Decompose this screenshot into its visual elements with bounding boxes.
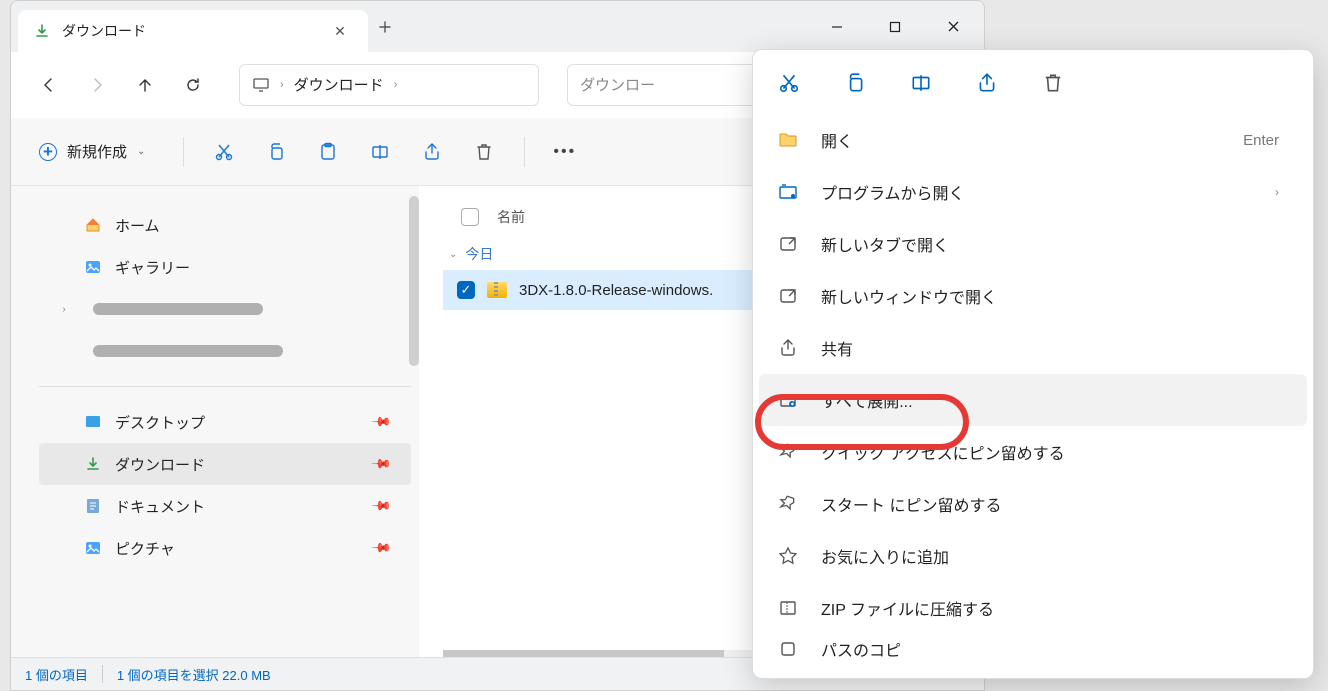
- extract-icon: [777, 390, 799, 410]
- column-name-label: 名前: [497, 207, 525, 227]
- tab-close-icon[interactable]: ✕: [328, 23, 352, 40]
- plus-icon: +: [39, 143, 57, 161]
- chevron-down-icon: ⌄: [137, 146, 145, 157]
- titlebar: ダウンロード ✕: [11, 1, 984, 52]
- gallery-icon: [83, 258, 103, 276]
- share-icon: [777, 338, 799, 358]
- context-menu: 開く Enter プログラムから開く › 新しいタブで開く 新しいウィンドウで開…: [752, 49, 1314, 679]
- open-with-icon: [777, 182, 799, 202]
- new-tab-icon: [777, 234, 799, 254]
- sidebar-item-home[interactable]: ホーム: [39, 204, 411, 246]
- breadcrumb[interactable]: › ダウンロード ›: [239, 64, 539, 106]
- tab-label: ダウンロード: [62, 21, 316, 41]
- chevron-right-icon: ›: [394, 79, 398, 91]
- sidebar-scrollbar[interactable]: [409, 196, 419, 366]
- chevron-right-icon: ›: [1275, 185, 1279, 199]
- paste-icon[interactable]: [316, 142, 340, 162]
- up-button[interactable]: [125, 65, 165, 105]
- ctx-share[interactable]: 共有: [759, 322, 1307, 374]
- refresh-button[interactable]: [173, 65, 213, 105]
- folder-open-icon: [777, 130, 799, 150]
- sidebar-item-pictures[interactable]: ピクチャ 📌: [39, 527, 411, 569]
- ctx-compress-zip[interactable]: ZIP ファイルに圧縮する: [759, 582, 1307, 634]
- redacted-text: [93, 303, 263, 315]
- sidebar-item-desktop[interactable]: デスクトップ 📌: [39, 401, 411, 443]
- back-button[interactable]: [29, 65, 69, 105]
- download-arrow-icon: [34, 23, 50, 39]
- desktop-icon: [83, 413, 103, 431]
- rename-icon[interactable]: [368, 142, 392, 162]
- tab-active[interactable]: ダウンロード ✕: [18, 10, 368, 52]
- copy-path-icon: [777, 639, 799, 659]
- ctx-open[interactable]: 開く Enter: [759, 114, 1307, 166]
- delete-icon[interactable]: [472, 142, 496, 162]
- sidebar-item-redacted-1[interactable]: ›: [39, 288, 411, 330]
- select-all-checkbox[interactable]: [461, 208, 479, 226]
- pin-icon: 📌: [370, 411, 393, 434]
- rename-icon[interactable]: [909, 72, 933, 94]
- sidebar-item-documents[interactable]: ドキュメント 📌: [39, 485, 411, 527]
- pictures-icon: [83, 539, 103, 557]
- ctx-copy-path[interactable]: パスのコピ: [759, 634, 1307, 664]
- file-checkbox[interactable]: ✓: [457, 281, 475, 299]
- new-button[interactable]: + 新規作成 ⌄: [29, 135, 155, 168]
- file-name: 3DX-1.8.0-Release-windows.: [519, 282, 713, 299]
- pin-icon: 📌: [370, 495, 393, 518]
- new-tab-button[interactable]: [378, 20, 412, 34]
- document-icon: [83, 497, 103, 515]
- ctx-open-new-tab[interactable]: 新しいタブで開く: [759, 218, 1307, 270]
- pin-icon: [777, 442, 799, 462]
- new-window-icon: [777, 286, 799, 306]
- ctx-pin-start[interactable]: スタート にピン留めする: [759, 478, 1307, 530]
- sidebar: ホーム ギャラリー › デスクトップ 📌: [11, 186, 419, 690]
- window-controls: [808, 6, 982, 48]
- pin-icon: 📌: [370, 537, 393, 560]
- sidebar-item-redacted-2[interactable]: [39, 330, 411, 372]
- ctx-favorite[interactable]: お気に入りに追加: [759, 530, 1307, 582]
- ctx-extract-all[interactable]: すべて展開...: [759, 374, 1307, 426]
- ctx-open-with[interactable]: プログラムから開く ›: [759, 166, 1307, 218]
- cut-icon[interactable]: [212, 142, 236, 162]
- pin-icon: 📌: [370, 453, 393, 476]
- copy-icon[interactable]: [264, 142, 288, 162]
- star-icon: [777, 546, 799, 566]
- copy-icon[interactable]: [843, 72, 867, 94]
- zip-icon: [777, 598, 799, 618]
- share-icon[interactable]: [420, 142, 444, 162]
- close-window-button[interactable]: [924, 6, 982, 48]
- status-selected: 1 個の項目を選択 22.0 MB: [117, 665, 271, 684]
- chevron-right-icon: ›: [280, 79, 284, 91]
- sidebar-item-gallery[interactable]: ギャラリー: [39, 246, 411, 288]
- delete-icon[interactable]: [1041, 72, 1065, 94]
- ctx-open-new-window[interactable]: 新しいウィンドウで開く: [759, 270, 1307, 322]
- pin-icon: [777, 494, 799, 514]
- share-icon[interactable]: [975, 72, 999, 94]
- breadcrumb-label: ダウンロード: [294, 74, 384, 95]
- download-arrow-icon: [83, 456, 103, 472]
- minimize-button[interactable]: [808, 6, 866, 48]
- cut-icon[interactable]: [777, 72, 801, 94]
- more-button[interactable]: •••: [553, 143, 576, 161]
- redacted-text: [93, 345, 283, 357]
- chevron-down-icon: ⌄: [449, 249, 457, 260]
- zip-file-icon: [487, 282, 507, 298]
- context-quick-actions: [759, 60, 1307, 114]
- ctx-pin-quick-access[interactable]: クイック アクセスにピン留めする: [759, 426, 1307, 478]
- sidebar-item-downloads[interactable]: ダウンロード 📌: [39, 443, 411, 485]
- chevron-right-icon: ›: [57, 304, 71, 315]
- maximize-button[interactable]: [866, 6, 924, 48]
- status-item-count: 1 個の項目: [25, 665, 88, 684]
- home-icon: [83, 216, 103, 234]
- pc-icon: [252, 76, 270, 94]
- forward-button[interactable]: [77, 65, 117, 105]
